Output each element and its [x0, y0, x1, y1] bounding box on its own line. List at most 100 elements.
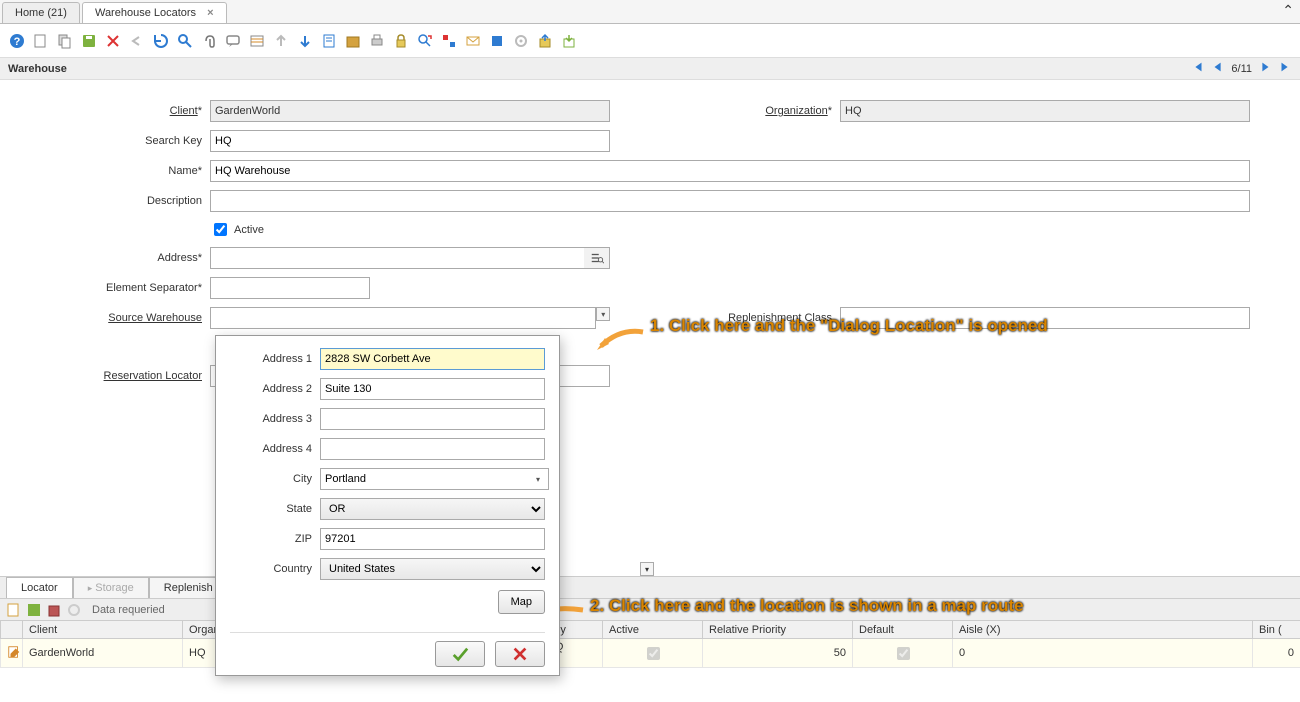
dlg-field-address1[interactable] [320, 348, 545, 370]
cell-active-checkbox [647, 647, 660, 660]
export-icon[interactable] [534, 30, 556, 52]
address-open-dialog-button[interactable] [584, 247, 610, 269]
cell-default [853, 639, 953, 668]
dlg-field-address3[interactable] [320, 408, 545, 430]
annotation-text-2: 2. Click here and the location is shown … [590, 596, 1024, 616]
grid-toggle-icon[interactable] [246, 30, 268, 52]
zoom-across-icon[interactable] [414, 30, 436, 52]
label-client[interactable]: Client [10, 105, 210, 117]
panel-expand-handle[interactable]: ▾ [640, 562, 654, 576]
window-title-bar: Warehouse 6/11 [0, 58, 1300, 80]
lock-icon[interactable] [390, 30, 412, 52]
dlg-label-address4: Address 4 [230, 443, 320, 455]
nav-last-icon[interactable] [1278, 60, 1292, 77]
requery-icon[interactable] [150, 30, 172, 52]
checkbox-active[interactable] [214, 223, 227, 236]
detail-tab-storage[interactable]: ▸Storage [73, 577, 149, 598]
dlg-field-city[interactable] [320, 468, 549, 490]
locator-grid: Client Organization Warehouse Search Key… [0, 620, 1300, 668]
field-search-key[interactable] [210, 130, 610, 152]
dlg-label-address1: Address 1 [230, 353, 320, 365]
cell-default-checkbox [897, 647, 910, 660]
dlg-cancel-button[interactable] [495, 641, 545, 667]
dlg-label-zip: ZIP [230, 533, 320, 545]
label-organization[interactable]: Organization [610, 105, 840, 117]
field-client: GardenWorld [210, 100, 610, 122]
label-address: Address [10, 252, 210, 264]
tab-home-label: Home (21) [15, 7, 67, 19]
save-icon[interactable] [78, 30, 100, 52]
annotation-arrow-1 [595, 328, 645, 356]
product-info-icon[interactable] [486, 30, 508, 52]
field-element-separator[interactable] [210, 277, 370, 299]
dlg-field-address4[interactable] [320, 438, 545, 460]
active-workflows-icon[interactable] [438, 30, 460, 52]
parent-record-icon[interactable] [270, 30, 292, 52]
cell-aisle: 0 [953, 639, 1253, 668]
field-name[interactable] [210, 160, 1250, 182]
process-icon[interactable] [510, 30, 532, 52]
request-icon[interactable] [462, 30, 484, 52]
print-icon[interactable] [366, 30, 388, 52]
grid-new-icon[interactable] [6, 602, 22, 618]
annotation-text-1: 1. Click here and the "Dialog Location" … [650, 316, 1048, 336]
find-icon[interactable] [174, 30, 196, 52]
tab-warehouse-locators[interactable]: Warehouse Locators × [82, 2, 227, 23]
nav-first-icon[interactable] [1191, 60, 1205, 77]
dlg-field-country[interactable]: United States [320, 558, 545, 580]
label-element-separator: Element Separator [10, 282, 210, 294]
dlg-field-zip[interactable] [320, 528, 545, 550]
dlg-map-button[interactable]: Map [498, 590, 545, 614]
chat-icon[interactable] [222, 30, 244, 52]
col-aisle[interactable]: Aisle (X) [953, 621, 1253, 639]
field-active[interactable]: Active [210, 220, 610, 239]
row-edit-icon[interactable] [1, 639, 23, 668]
detail-record-icon[interactable] [294, 30, 316, 52]
tab-close-icon[interactable]: × [207, 7, 213, 19]
label-description: Description [10, 195, 210, 207]
svg-text:?: ? [14, 36, 21, 48]
label-reservation-locator[interactable]: Reservation Locator [10, 370, 210, 382]
grid-delete-icon[interactable] [46, 602, 62, 618]
grid-status-text: Data requeried [92, 604, 165, 616]
help-icon[interactable]: ? [6, 30, 28, 52]
form-area: Client GardenWorld Organization HQ Searc… [0, 80, 1300, 576]
copy-icon[interactable] [54, 30, 76, 52]
grid-process-icon[interactable] [66, 602, 82, 618]
col-client[interactable]: Client [23, 621, 183, 639]
col-default[interactable]: Default [853, 621, 953, 639]
tab-home[interactable]: Home (21) [2, 2, 80, 23]
new-record-icon[interactable] [30, 30, 52, 52]
nav-next-icon[interactable] [1258, 60, 1272, 77]
attachment-icon[interactable] [198, 30, 220, 52]
dlg-ok-button[interactable] [435, 641, 485, 667]
document-tabstrip: Home (21) Warehouse Locators × ⌃ [0, 0, 1300, 24]
field-source-warehouse[interactable] [210, 307, 596, 329]
main-toolbar: ? [0, 24, 1300, 58]
delete-icon[interactable] [102, 30, 124, 52]
city-dropdown-icon[interactable]: ▾ [531, 472, 545, 486]
field-address[interactable] [210, 247, 584, 269]
dlg-field-state[interactable]: OR [320, 498, 545, 520]
import-icon[interactable] [558, 30, 580, 52]
table-row[interactable]: GardenWorld HQ HQ Warehouse Default HQ L… [1, 639, 1300, 668]
label-source-warehouse[interactable]: Source Warehouse [10, 312, 210, 324]
col-relative-priority[interactable]: Relative Priority [703, 621, 853, 639]
dlg-field-address2[interactable] [320, 378, 545, 400]
col-active[interactable]: Active [603, 621, 703, 639]
grid-save-icon[interactable] [26, 602, 42, 618]
report-icon[interactable] [318, 30, 340, 52]
record-navigation: 6/11 [1191, 60, 1292, 77]
collapse-handle-icon[interactable]: ⌃ [1282, 2, 1294, 19]
archive-icon[interactable] [342, 30, 364, 52]
undo-icon[interactable] [126, 30, 148, 52]
cell-client: GardenWorld [23, 639, 183, 668]
nav-prev-icon[interactable] [1211, 60, 1225, 77]
source-warehouse-dropdown-icon[interactable]: ▾ [596, 307, 610, 321]
window-title: Warehouse [8, 63, 67, 75]
detail-tab-locator[interactable]: Locator [6, 577, 73, 598]
field-description[interactable] [210, 190, 1250, 212]
col-bin[interactable]: Bin ( [1253, 621, 1300, 639]
cell-active [603, 639, 703, 668]
label-name: Name [10, 165, 210, 177]
